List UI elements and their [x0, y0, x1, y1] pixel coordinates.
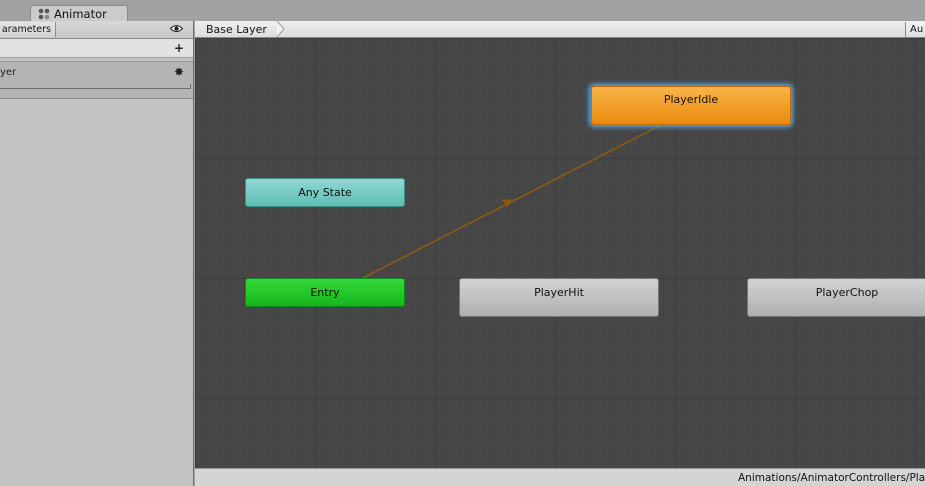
panel-tab-strip: arameters [0, 21, 193, 39]
eye-icon[interactable] [170, 24, 183, 33]
state-machine-graph[interactable]: PlayerIdle Any State Entry PlayerHit Pla… [195, 38, 925, 468]
auto-live-link-button[interactable]: Au [905, 22, 925, 37]
state-node-playerhit[interactable]: PlayerHit [459, 278, 659, 317]
plus-icon[interactable]: + [174, 41, 184, 55]
state-node-playeridle[interactable]: PlayerIdle [591, 86, 791, 125]
auto-live-link-label: Au [910, 24, 924, 35]
animator-icon [38, 8, 50, 19]
gear-icon[interactable]: ✸ [174, 66, 184, 78]
layer-weight-slider[interactable] [0, 88, 191, 89]
breadcrumb-label: Base Layer [206, 22, 267, 36]
layer-item-base-layer[interactable]: yer ✸ [0, 61, 193, 99]
controller-asset-path: Animations/AnimatorControllers/Play [738, 472, 925, 484]
layer-name: yer [0, 67, 17, 78]
breadcrumb: Base Layer Au [195, 21, 925, 38]
tab-parameters-label: arameters [1, 24, 51, 35]
transition-entry-to-playeridle[interactable] [362, 125, 660, 279]
state-label-any-state: Any State [298, 186, 352, 199]
state-label-playeridle: PlayerIdle [663, 93, 719, 106]
state-node-entry[interactable]: Entry [245, 278, 405, 307]
breadcrumb-base-layer[interactable]: Base Layer [195, 21, 273, 37]
state-label-entry: Entry [310, 286, 340, 299]
state-node-playerchop[interactable]: PlayerChop [747, 278, 925, 317]
layer-weight-slider-end [190, 84, 191, 89]
window-tab-bar: Animator [0, 0, 925, 21]
add-layer-row: + [0, 39, 193, 58]
transition-layer [362, 125, 660, 279]
tab-animator[interactable]: Animator [30, 5, 128, 21]
state-label-playerhit: PlayerHit [534, 286, 584, 299]
breadcrumb-chevron-icon [277, 21, 285, 37]
layers-parameters-panel: arameters + yer ✸ [0, 21, 194, 486]
tab-parameters[interactable]: arameters [0, 22, 56, 37]
status-bar: Animations/AnimatorControllers/Play [195, 468, 925, 486]
state-label-playerchop: PlayerChop [815, 286, 879, 299]
state-node-any-state[interactable]: Any State [245, 178, 405, 207]
tab-animator-label: Animator [54, 6, 107, 21]
